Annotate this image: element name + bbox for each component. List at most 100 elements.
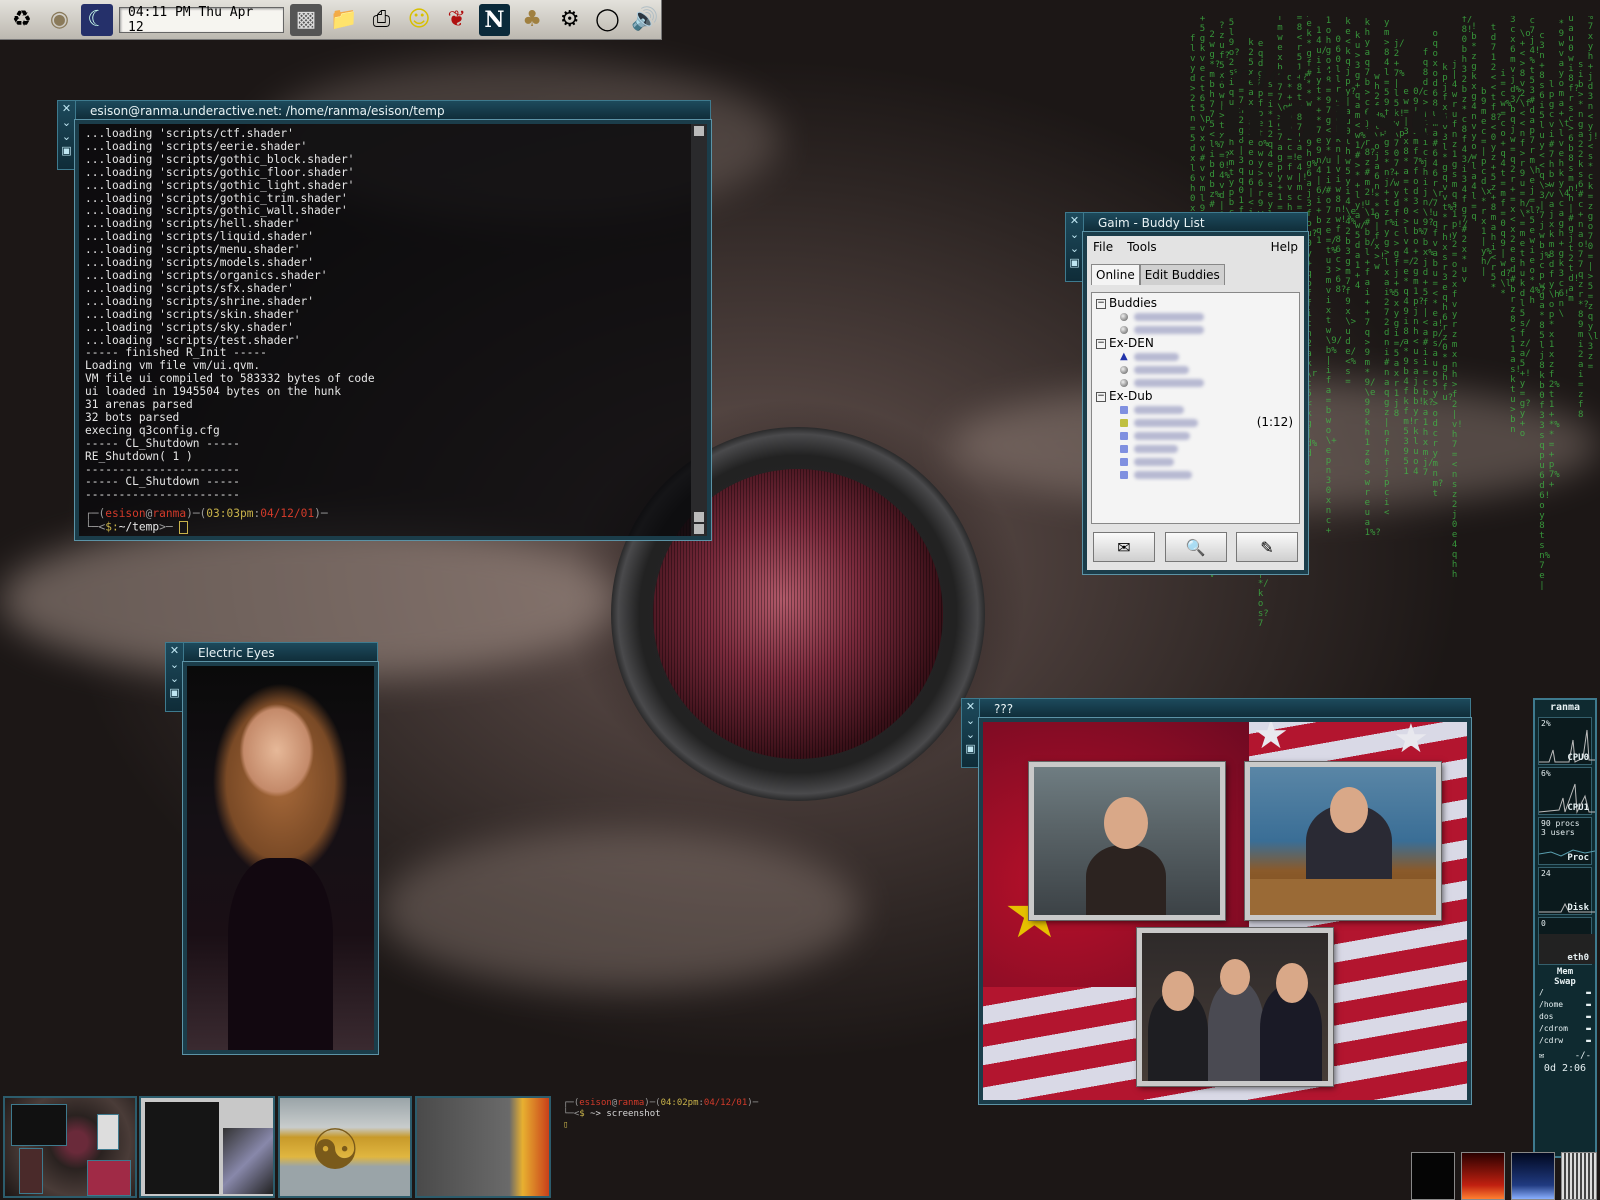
gaim-menubar: File Tools Help: [1087, 236, 1304, 258]
buddy-item[interactable]: [1092, 310, 1299, 323]
buddy-item[interactable]: (1:12): [1092, 416, 1299, 429]
collapse-icon[interactable]: −: [1096, 338, 1106, 349]
menu-tools[interactable]: Tools: [1127, 240, 1157, 254]
mozilla-icon[interactable]: ❦: [441, 4, 473, 36]
shade-icon[interactable]: ⌄: [1069, 229, 1081, 241]
filesystem-item[interactable]: / ▬: [1535, 987, 1595, 999]
scroll-up-arrow-icon[interactable]: [694, 126, 704, 136]
minimize-icon[interactable]: ⌄: [169, 673, 181, 685]
terminal-line: ...loading 'scripts/organics.shader': [85, 268, 328, 282]
terminal-output[interactable]: ...loading 'scripts/ctf.shader' ...loadin…: [79, 124, 691, 536]
dock-app-fire[interactable]: [1461, 1152, 1505, 1200]
terminal-window[interactable]: ✕ ⌄ ⌄ ▣ esison@ranma.underactive.net: /h…: [57, 100, 711, 540]
pager-desk-4[interactable]: [415, 1096, 551, 1198]
gaim-titlebar[interactable]: Gaim - Buddy List: [1083, 212, 1308, 232]
close-icon[interactable]: ✕: [169, 645, 181, 657]
matrix-column: lpgcvi#7hbwvajxkm8dfy\hop*x1xzf2%t1+*%*=…: [1548, 80, 1560, 490]
scroll-down-arrow-icon[interactable]: [694, 524, 704, 534]
menu-icon[interactable]: ▣: [965, 743, 977, 755]
volume-icon[interactable]: 🔊: [629, 4, 661, 36]
pager-desk-2[interactable]: [139, 1096, 275, 1198]
pager-desk-3[interactable]: ☯: [278, 1096, 412, 1198]
terminal-icon[interactable]: ▩: [290, 3, 322, 36]
send-im-button[interactable]: ✉: [1093, 532, 1155, 562]
electric-eyes-titlebar[interactable]: Electric Eyes: [183, 642, 378, 662]
buddy-item[interactable]: [1092, 323, 1299, 336]
buddy-item[interactable]: [1092, 376, 1299, 389]
buddy-item[interactable]: [1092, 442, 1299, 455]
gecko-icon[interactable]: ◉: [44, 4, 76, 36]
gnome-foot-icon[interactable]: ♻: [6, 4, 38, 36]
display-settings-icon[interactable]: ☾: [81, 3, 114, 36]
close-icon[interactable]: ✕: [965, 701, 977, 713]
netscape-icon[interactable]: N: [478, 3, 511, 36]
group-ex-den[interactable]: − Ex-DEN: [1092, 336, 1299, 350]
video-titlebar[interactable]: ???: [979, 698, 1471, 718]
wolf-icon[interactable]: ♣: [516, 4, 548, 36]
root-terminal-prompt[interactable]: ┌─(esison@ranma)─(04:02pm:04/12/01)─ └─<…: [563, 1098, 758, 1131]
mail-icon[interactable]: ✉: [1539, 1051, 1544, 1061]
panel-clock[interactable]: 04:11 PM Thu Apr 12: [119, 5, 285, 35]
gnome-emblem-icon[interactable]: ☺: [403, 4, 435, 36]
pager-desk-1[interactable]: [3, 1096, 137, 1198]
anchor-head: [1330, 787, 1368, 833]
close-icon[interactable]: ✕: [1069, 215, 1081, 227]
collapse-icon[interactable]: −: [1096, 298, 1106, 309]
scroll-thumb[interactable]: [694, 512, 704, 522]
terminal-scrollbar[interactable]: [691, 124, 707, 536]
shade-icon[interactable]: ⌄: [965, 715, 977, 727]
minimize-icon[interactable]: ⌄: [965, 729, 977, 741]
tab-edit-buddies[interactable]: Edit Buddies: [1139, 264, 1225, 285]
filesystem-item[interactable]: /cdrw ▬: [1535, 1035, 1595, 1047]
filesystem-item[interactable]: dos ▬: [1535, 1011, 1595, 1023]
file-manager-icon[interactable]: 📁: [328, 4, 360, 36]
buddy-item[interactable]: ▲: [1092, 350, 1299, 363]
filesystem-item[interactable]: /cdrom ▬: [1535, 1023, 1595, 1035]
dock-app-meter[interactable]: [1561, 1152, 1597, 1200]
buddy-item[interactable]: [1092, 363, 1299, 376]
printer-icon[interactable]: ⎙: [366, 4, 398, 36]
filesystem-label: /home: [1539, 1000, 1564, 1009]
close-icon[interactable]: ✕: [61, 103, 73, 115]
dock-app-wave[interactable]: [1511, 1152, 1555, 1200]
video-inset-anchor: [1245, 762, 1441, 920]
terminal-prompt-cwd[interactable]: └─<$:~/temp>─: [85, 521, 685, 535]
window-side-buttons: ✕ ⌄ ⌄ ▣: [1065, 212, 1083, 282]
collapse-icon[interactable]: −: [1096, 391, 1106, 402]
buddy-name-redacted: [1134, 378, 1204, 387]
get-info-button[interactable]: 🔍: [1164, 532, 1227, 562]
filesystem-item[interactable]: /home ▬: [1535, 999, 1595, 1011]
menu-icon[interactable]: ▣: [1069, 257, 1081, 269]
mixer-icon[interactable]: ⚙: [554, 4, 586, 36]
system-monitor-dockapp[interactable]: ranma 2% CPU0 6% CPU1 90 procs 3 users P…: [1533, 698, 1597, 1158]
terminal-prompt-line: ┌─(esison@ranma)─(03:03pm:04/12/01)─: [85, 507, 328, 521]
buddy-name-redacted: [1134, 325, 1204, 334]
shade-icon[interactable]: ⌄: [169, 659, 181, 671]
terminal-titlebar[interactable]: esison@ranma.underactive.net: /home/ranm…: [75, 100, 711, 120]
icq-status-icon: [1120, 431, 1128, 440]
minimize-icon[interactable]: ⌄: [61, 131, 73, 143]
menu-file[interactable]: File: [1093, 240, 1113, 254]
dock-app-black[interactable]: [1411, 1152, 1455, 1200]
cd-player-icon[interactable]: ◯: [592, 4, 624, 36]
buddy-item[interactable]: [1092, 455, 1299, 468]
group-buddies[interactable]: − Buddies: [1092, 296, 1299, 310]
video-window[interactable]: ✕ ⌄ ⌄ ▣ ??? ★ ★ ★: [961, 698, 1471, 1104]
terminal-line: ...loading 'scripts/gothic_light.shader': [85, 178, 355, 192]
shade-icon[interactable]: ⌄: [61, 117, 73, 129]
buddy-item[interactable]: [1092, 468, 1299, 481]
star-icon: ★: [1393, 722, 1429, 762]
buddy-item[interactable]: [1092, 429, 1299, 442]
group-label: Buddies: [1109, 296, 1158, 310]
electric-eyes-window[interactable]: ✕ ⌄ ⌄ ▣ Electric Eyes: [165, 642, 378, 1054]
menu-help[interactable]: Help: [1271, 240, 1298, 254]
menu-icon[interactable]: ▣: [61, 145, 73, 157]
gaim-buddy-list-window[interactable]: ✕ ⌄ ⌄ ▣ Gaim - Buddy List File Tools Hel…: [1065, 212, 1308, 574]
chat-button[interactable]: ✎: [1236, 532, 1298, 562]
group-ex-dub[interactable]: − Ex-Dub: [1092, 389, 1299, 403]
buddy-tree[interactable]: − Buddies − Ex-DEN ▲ − Ex-Dub (1:12): [1091, 292, 1300, 524]
menu-icon[interactable]: ▣: [169, 687, 181, 699]
minimize-icon[interactable]: ⌄: [1069, 243, 1081, 255]
terminal-line: ...loading 'scripts/sfx.shader': [85, 281, 294, 295]
tab-online[interactable]: Online: [1091, 264, 1140, 285]
